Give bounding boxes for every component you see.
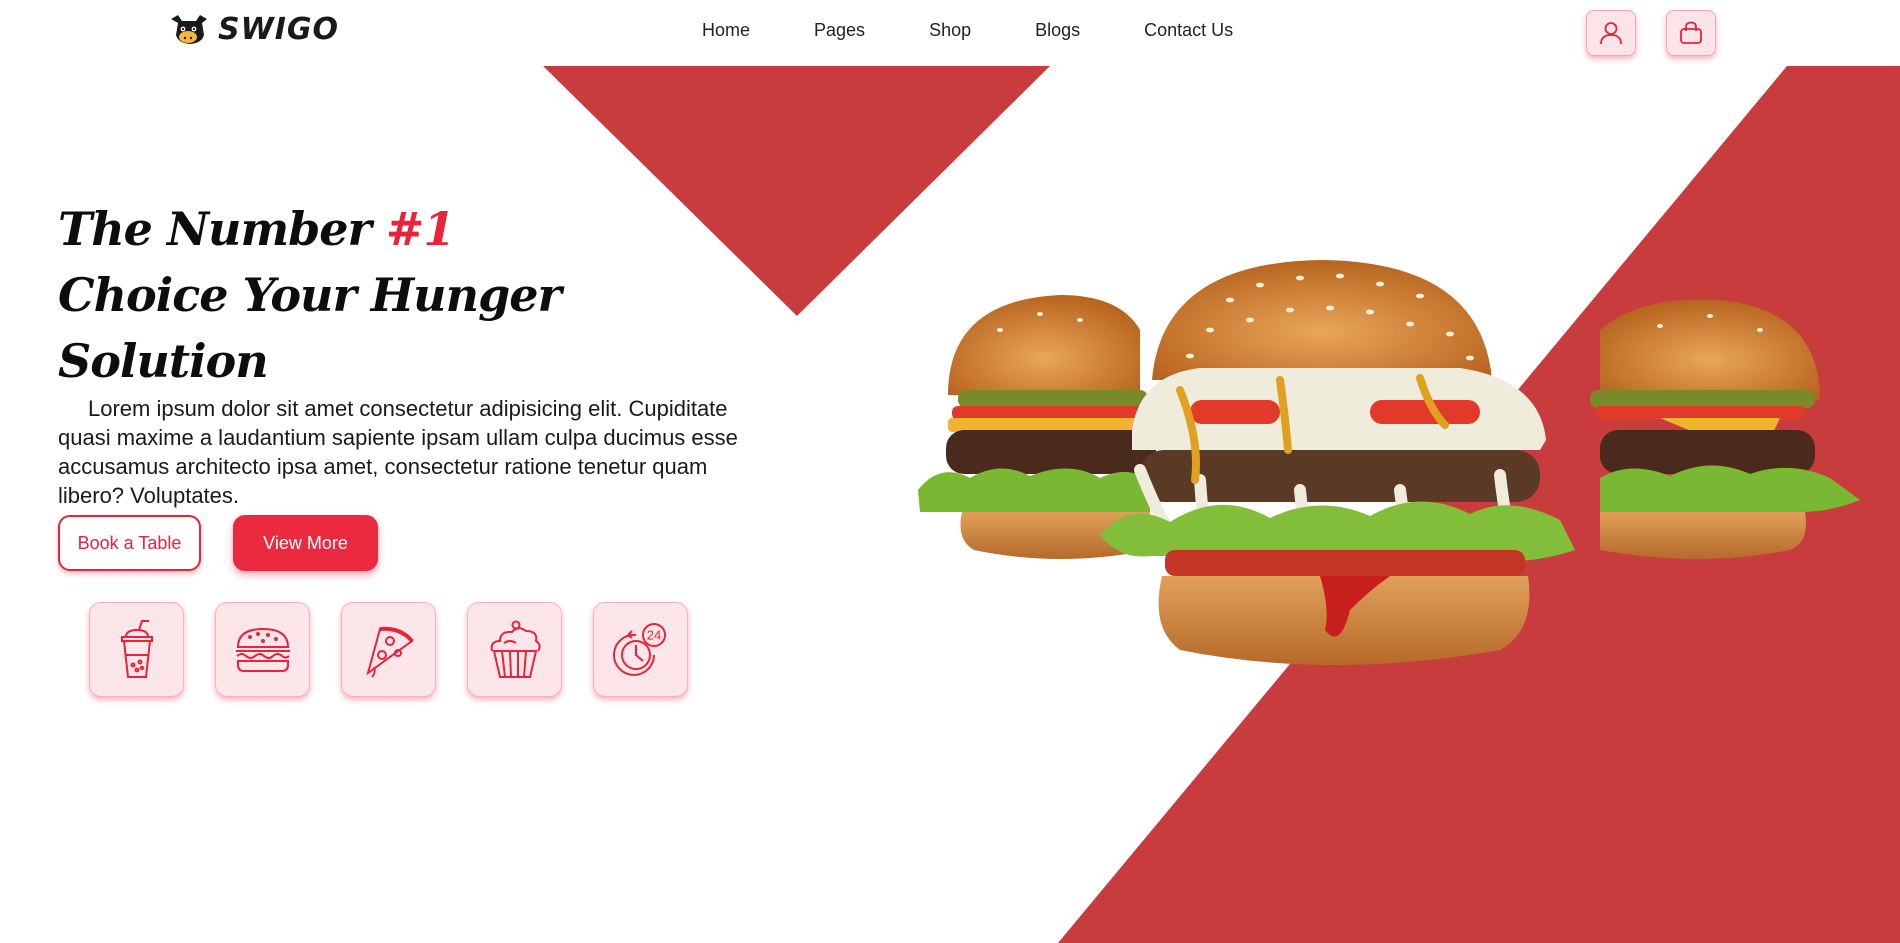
cow-logo-icon	[171, 14, 207, 44]
drink-cup-icon	[120, 619, 153, 678]
brand-name: SWIGO	[218, 12, 339, 47]
view-more-button[interactable]: View More	[233, 515, 378, 571]
user-account-button[interactable]	[1586, 10, 1636, 56]
cart-button[interactable]	[1666, 10, 1716, 56]
hero-title-line3: Solution	[58, 334, 269, 388]
category-24-hours[interactable]: 24	[593, 602, 688, 697]
hero-buttons: Book a Table View More	[58, 515, 378, 571]
category-burgers[interactable]	[215, 602, 310, 697]
burger-icon	[235, 627, 290, 672]
site-header: SWIGO Home Pages Shop Blogs Contact Us	[0, 0, 1900, 66]
category-drinks[interactable]	[89, 602, 184, 697]
category-desserts[interactable]	[467, 602, 562, 697]
pizza-slice-icon	[365, 626, 414, 678]
right-burger	[1590, 299, 1860, 559]
shopping-bag-icon	[1680, 21, 1702, 44]
nav-home[interactable]: Home	[702, 20, 750, 41]
clock-24-icon: 24	[612, 622, 666, 676]
hero-section: The Number #1 Choice Your Hunger Solutio…	[58, 196, 788, 510]
brand-logo[interactable]: SWIGO	[168, 12, 339, 47]
book-table-button[interactable]: Book a Table	[58, 515, 201, 571]
nav-contact-us[interactable]: Contact Us	[1144, 20, 1233, 41]
nav-shop[interactable]: Shop	[929, 20, 971, 41]
nav-blogs[interactable]: Blogs	[1035, 20, 1080, 41]
hero-title: The Number #1 Choice Your Hunger Solutio…	[58, 196, 788, 394]
hero-title-line1: The Number	[58, 202, 386, 256]
main-nav: Home Pages Shop Blogs Contact Us	[702, 20, 1233, 41]
cupcake-icon	[490, 620, 541, 678]
category-list: 24	[89, 602, 688, 697]
hero-title-line2: Choice Your Hunger	[58, 268, 562, 322]
nav-pages[interactable]: Pages	[814, 20, 865, 41]
user-icon	[1600, 22, 1622, 45]
burger-hero-image	[918, 260, 1860, 665]
hero-description: Lorem ipsum dolor sit amet consectetur a…	[58, 396, 738, 508]
clock-badge-text: 24	[646, 627, 660, 642]
hero-title-accent: #1	[385, 202, 456, 256]
category-pizza[interactable]	[341, 602, 436, 697]
